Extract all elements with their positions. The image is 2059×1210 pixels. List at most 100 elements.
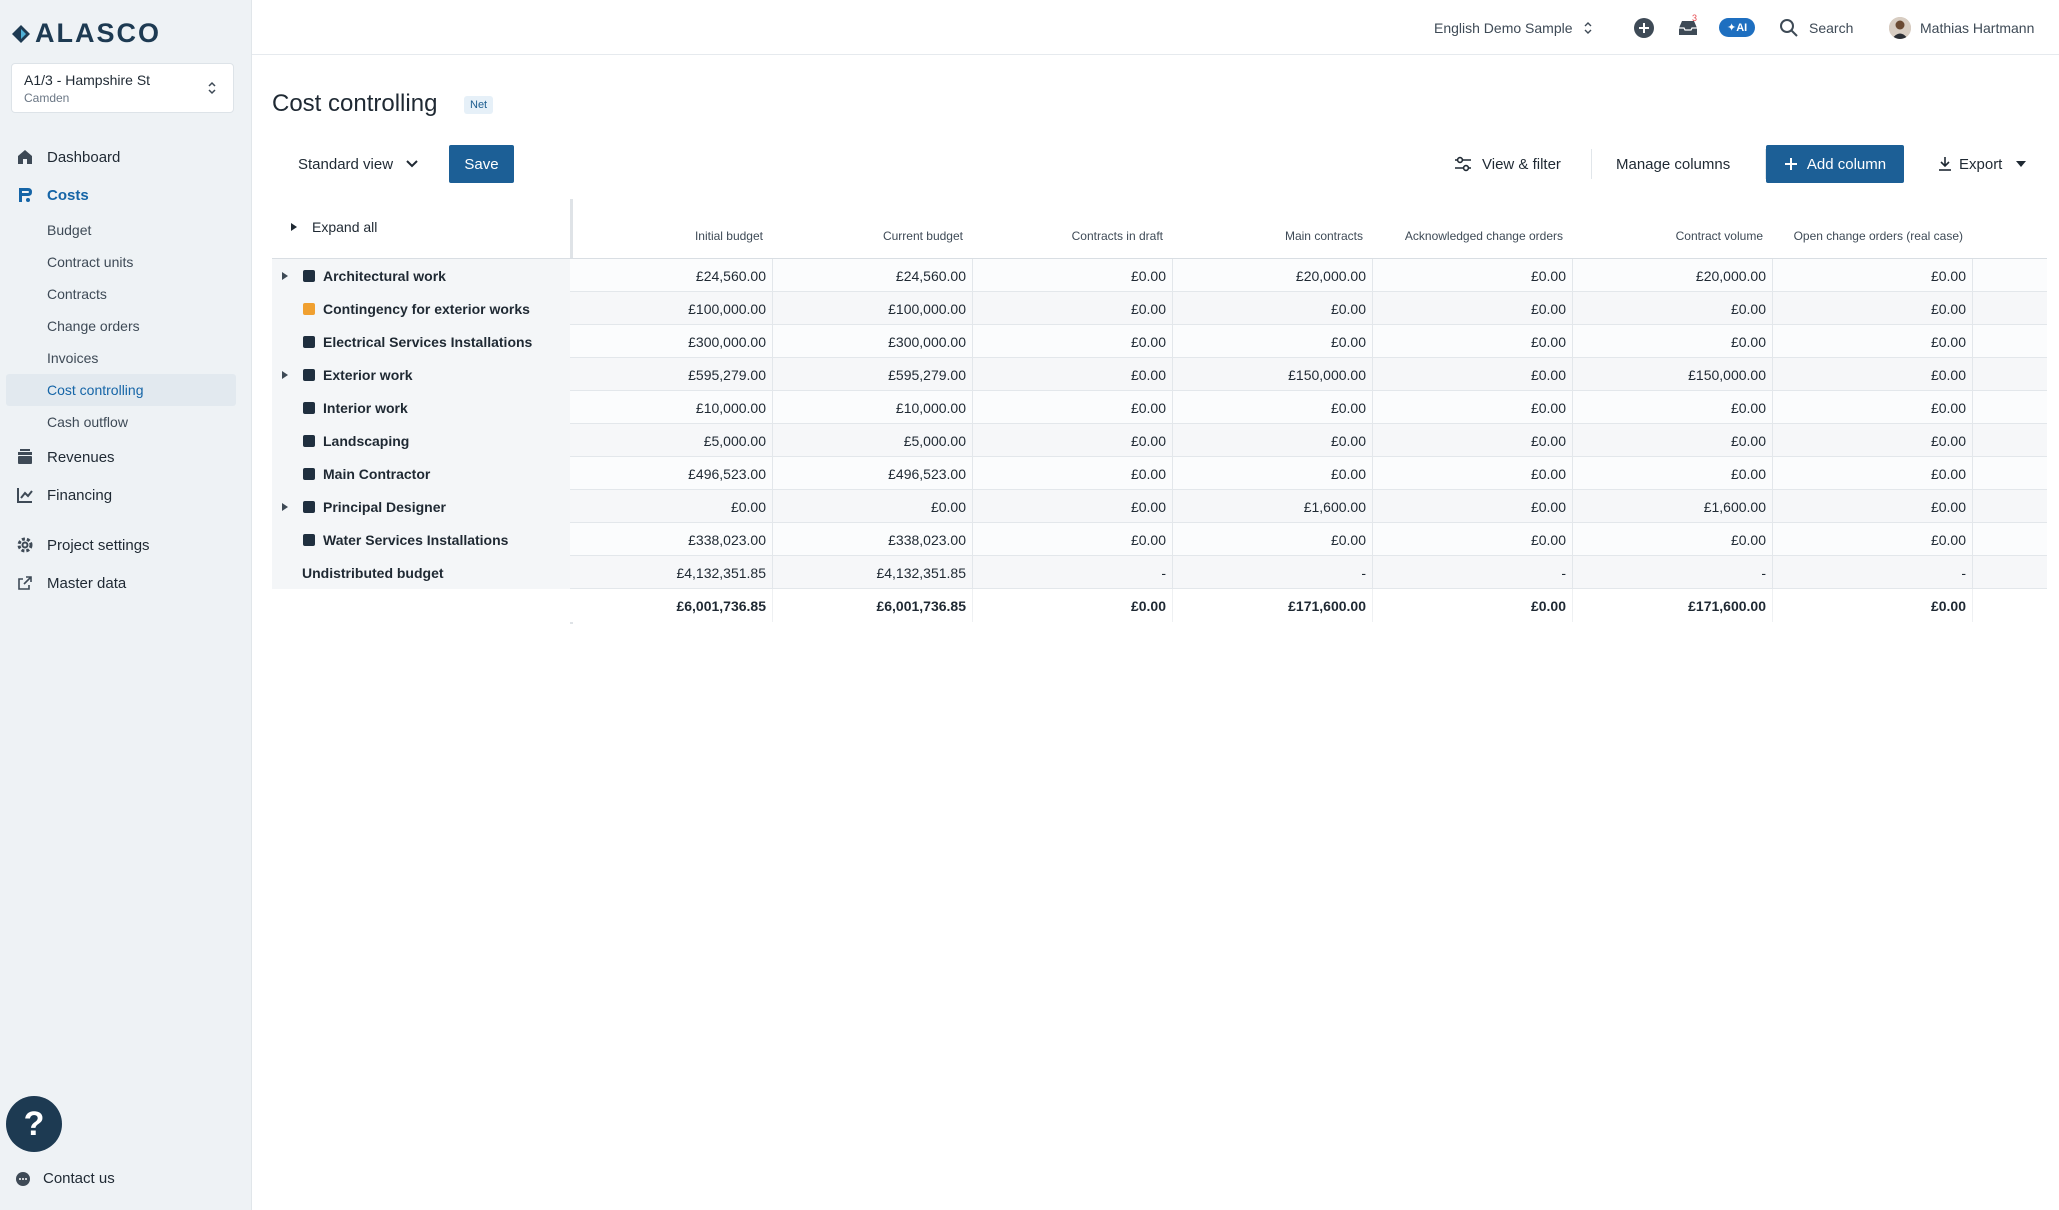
sidebar-subitem-budget[interactable]: Budget — [0, 214, 252, 246]
sidebar-subitem-cost-controlling[interactable]: Cost controlling — [6, 374, 236, 406]
expand-all-button[interactable]: Expand all — [290, 219, 377, 235]
caret-right-icon[interactable] — [282, 370, 290, 379]
cell-contracts-in-draft: £0.00 — [973, 325, 1173, 358]
sidebar-item-master-data[interactable]: Master data — [0, 564, 252, 602]
cell-acknowledged-change-orders: £0.00 — [1373, 523, 1573, 556]
row-label: Architectural work — [323, 267, 446, 284]
search-button[interactable]: Search — [1779, 0, 1853, 55]
cost-controlling-table: Expand all Initial budget Current budget C… — [272, 199, 2047, 624]
top-bar: English Demo Sample 3 ✦AI Search Mathias… — [252, 0, 2059, 55]
add-column-button[interactable]: Add column — [1766, 145, 1904, 183]
cell-acknowledged-change-orders: £0.00 — [1373, 358, 1573, 391]
notification-count: 3 — [1692, 13, 1698, 23]
cell-initial-budget: £4,132,351.85 — [573, 556, 773, 589]
cell-contract-volume: £0.00 — [1573, 523, 1773, 556]
contact-us-link[interactable]: Contact us — [15, 1170, 115, 1187]
table-row[interactable]: Water Services Installations £338,023.00 £… — [272, 523, 2047, 556]
sidebar-item-dashboard[interactable]: Dashboard — [0, 138, 252, 176]
cell-current-budget: £0.00 — [773, 490, 973, 523]
sidebar-subitem-contracts[interactable]: Contracts — [0, 278, 252, 310]
sidebar-subitem-invoices[interactable]: Invoices — [0, 342, 252, 374]
cell-contract-volume: £0.00 — [1573, 424, 1773, 457]
sidebar-item-project-settings[interactable]: Project settings — [0, 526, 252, 564]
totals-row[interactable]: £6,001,736.85 £6,001,736.85 £0.00 £171,600.… — [272, 589, 2047, 622]
project-selector[interactable]: A1/3 - Hampshire St Camden — [11, 63, 234, 113]
sidebar-item-revenues[interactable]: Revenues — [0, 438, 252, 476]
cell-contracts-in-draft: £0.00 — [973, 424, 1173, 457]
cell-acknowledged-change-orders: - — [1373, 556, 1573, 589]
caret-right-icon[interactable] — [282, 271, 290, 280]
cell-acknowledged-change-orders: £0.00 — [1373, 490, 1573, 523]
column-header-current-budget[interactable]: Current budget — [773, 229, 963, 244]
user-menu[interactable]: Mathias Hartmann — [1889, 0, 2034, 55]
caret-right-icon[interactable] — [282, 502, 290, 511]
ai-button[interactable]: ✦AI — [1719, 0, 1756, 55]
cell-current-budget: £6,001,736.85 — [773, 589, 973, 622]
manage-columns-button[interactable]: Manage columns — [1616, 145, 1730, 183]
logo-text: ALASCO — [35, 18, 161, 48]
add-button[interactable] — [1634, 0, 1654, 55]
help-button[interactable]: ? — [6, 1096, 62, 1152]
cell-contract-volume: £0.00 — [1573, 457, 1773, 490]
cell-open-change-orders-real-case: £0.00 — [1773, 457, 1973, 490]
view-filter-label: View & filter — [1482, 155, 1561, 173]
row-label: Electrical Services Installations — [323, 333, 533, 350]
sidebar-subitem-contract-units[interactable]: Contract units — [0, 246, 252, 278]
cell-contracts-in-draft: £0.00 — [973, 259, 1173, 292]
column-header-initial-budget[interactable]: Initial budget — [573, 229, 763, 244]
cell-open-change-orders-real-case: £0.00 — [1773, 523, 1973, 556]
table-row[interactable]: Architectural work £24,560.00 £24,560.00 £0… — [272, 259, 2047, 292]
column-header-contracts-in-draft[interactable]: Contracts in draft — [973, 229, 1163, 244]
ai-badge: ✦AI — [1719, 18, 1756, 37]
page-title: Cost controlling — [272, 90, 438, 117]
row-label: Exterior work — [323, 366, 413, 383]
table-row[interactable]: Main Contractor £496,523.00 £496,523.00 £0.… — [272, 457, 2047, 490]
table-row[interactable]: Exterior work £595,279.00 £595,279.00 £0.00… — [272, 358, 2047, 391]
cell-initial-budget: £24,560.00 — [573, 259, 773, 292]
cell-current-budget: £496,523.00 — [773, 457, 973, 490]
row-label: Contingency for exterior works — [323, 300, 530, 317]
user-name: Mathias Hartmann — [1920, 19, 2035, 36]
table-row[interactable]: Principal Designer £0.00 £0.00 £0.00 £1,600.… — [272, 490, 2047, 523]
cell-acknowledged-change-orders: £0.00 — [1373, 259, 1573, 292]
cell-open-change-orders-real-case: £0.00 — [1773, 358, 1973, 391]
column-header-open-change-orders-real-case[interactable]: Open change orders (real case) — [1773, 229, 1963, 244]
export-button[interactable]: Export — [1938, 145, 2027, 183]
sidebar-subitem-cash-outflow[interactable]: Cash outflow — [0, 406, 252, 438]
cell-main-contracts: £0.00 — [1173, 523, 1373, 556]
alasco-logo[interactable]: ALASCO — [10, 18, 161, 49]
sidebar-item-financing[interactable]: Financing — [0, 476, 252, 514]
cell-main-contracts: £0.00 — [1173, 292, 1373, 325]
table-row[interactable]: Contingency for exterior works £100,000.0… — [272, 292, 2047, 325]
row-name-cell: Water Services Installations — [272, 523, 570, 556]
sidebar-item-costs[interactable]: Costs — [0, 176, 252, 214]
cell-contracts-in-draft: £0.00 — [973, 292, 1173, 325]
view-selector[interactable]: Standard view — [298, 145, 419, 183]
cell-initial-budget: £0.00 — [573, 490, 773, 523]
workspace-selector[interactable]: English Demo Sample — [1434, 0, 1593, 55]
column-header-acknowledged-change-orders[interactable]: Acknowledged change orders — [1373, 229, 1563, 244]
column-header-main-contracts[interactable]: Main contracts — [1173, 229, 1363, 244]
row-label: Main Contractor — [323, 465, 431, 482]
cell-acknowledged-change-orders: £0.00 — [1373, 424, 1573, 457]
view-filter-button[interactable]: View & filter — [1454, 145, 1561, 183]
save-button[interactable]: Save — [449, 145, 514, 183]
cell-current-budget: £300,000.00 — [773, 325, 973, 358]
sidebar-subitem-change-orders[interactable]: Change orders — [0, 310, 252, 342]
cell-acknowledged-change-orders: £0.00 — [1373, 391, 1573, 424]
table-row[interactable]: Electrical Services Installations £300,00… — [272, 325, 2047, 358]
workspace-label: English Demo Sample — [1434, 19, 1573, 36]
column-header-contract-volume[interactable]: Contract volume — [1573, 229, 1763, 244]
undistributed-budget-row[interactable]: Undistributed budget £4,132,351.85 £4,132,… — [272, 556, 2047, 589]
cell-contract-volume: £150,000.00 — [1573, 358, 1773, 391]
cell-contracts-in-draft: £0.00 — [973, 391, 1173, 424]
notifications-button[interactable] — [1678, 0, 1698, 55]
ai-label: AI — [1736, 22, 1748, 34]
table-row[interactable]: Interior work £10,000.00 £10,000.00 £0.00 £0… — [272, 391, 2047, 424]
color-marker — [303, 434, 315, 447]
sidebar-item-label: Dashboard — [47, 148, 121, 166]
sidebar-item-label: Financing — [47, 486, 113, 504]
row-name-cell: Electrical Services Installations — [272, 325, 570, 358]
table-row[interactable]: Landscaping £5,000.00 £5,000.00 £0.00 £0.00 £… — [272, 424, 2047, 457]
color-marker — [303, 500, 315, 513]
